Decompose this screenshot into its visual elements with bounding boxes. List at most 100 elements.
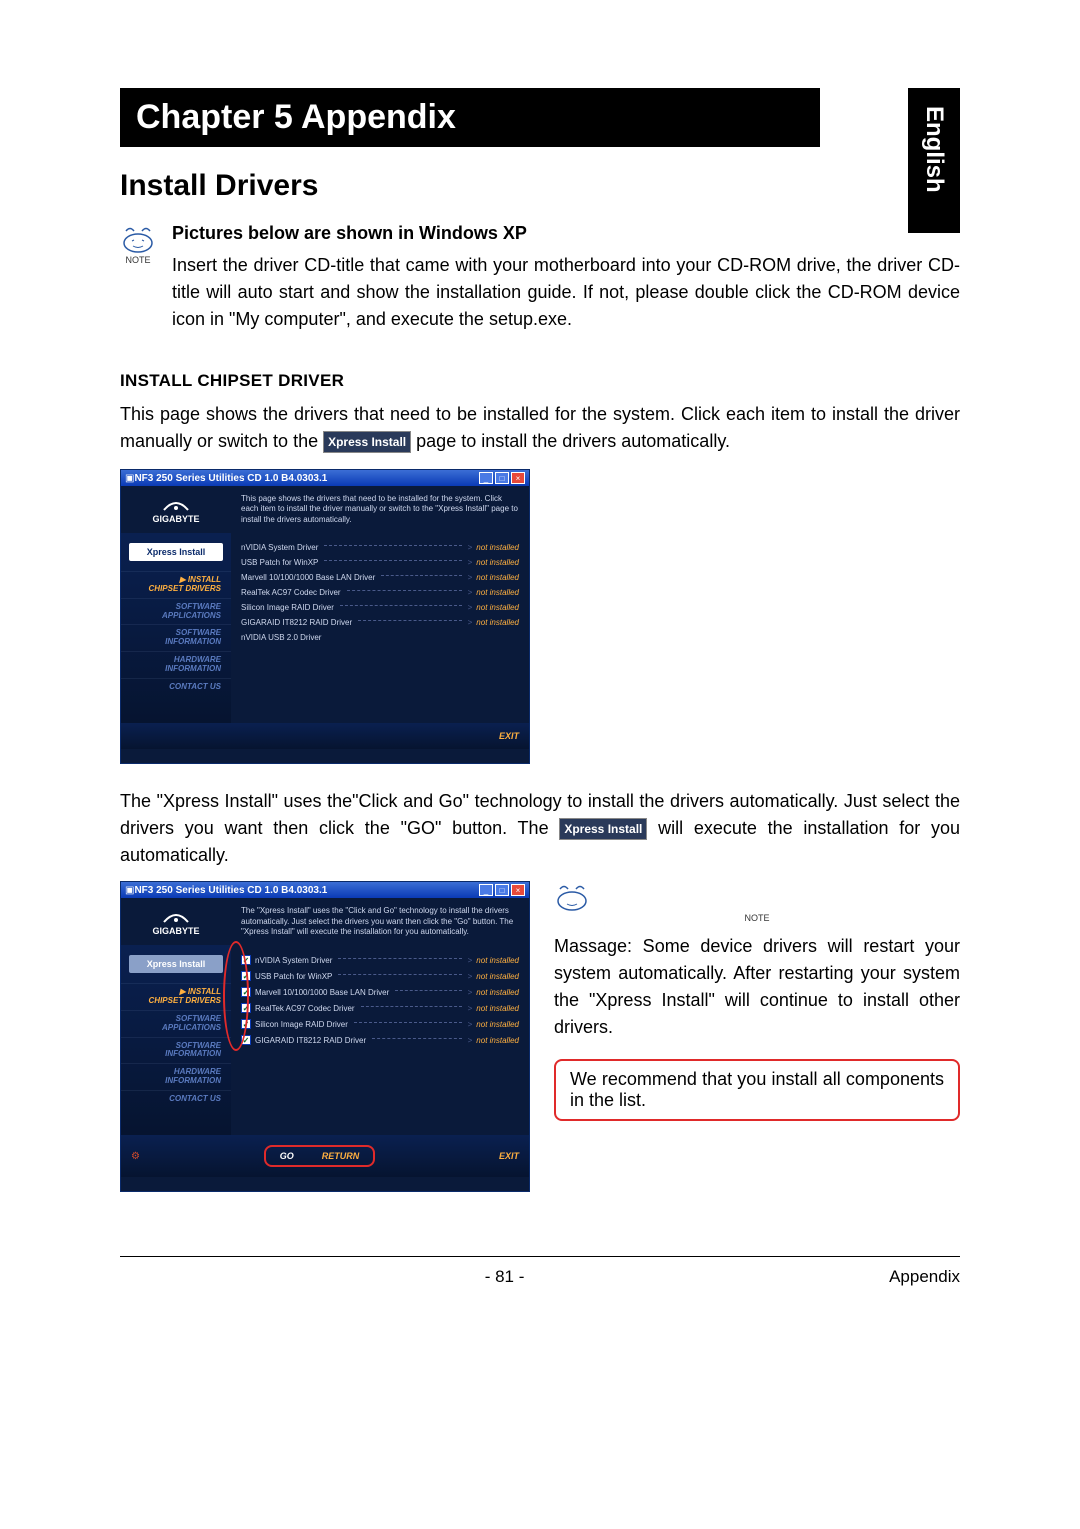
- dash-line: [381, 575, 461, 576]
- minimize-button[interactable]: _: [479, 884, 493, 896]
- xpress-install-tab[interactable]: Xpress Install: [129, 543, 223, 561]
- driver-name: Silicon Image RAID Driver: [241, 603, 334, 612]
- driver-row[interactable]: ✓nVIDIA System Driver>not installed: [241, 955, 519, 965]
- sidebar-item[interactable]: SOFTWARE INFORMATION: [121, 1037, 231, 1064]
- driver-status: not installed: [476, 558, 519, 567]
- driver-row[interactable]: nVIDIA USB 2.0 Driver: [241, 633, 519, 642]
- footer-section: Appendix: [889, 1267, 960, 1287]
- driver-name: USB Patch for WinXP: [255, 972, 332, 981]
- sidebar-item[interactable]: HARDWARE INFORMATION: [121, 651, 231, 678]
- page-footer: - 81 - Appendix: [120, 1257, 960, 1287]
- callout-recommend: We recommend that you install all compon…: [554, 1059, 960, 1121]
- driver-row[interactable]: ✓Silicon Image RAID Driver>not installed: [241, 1019, 519, 1029]
- xpress-install-badge-icon: Xpress Install: [559, 818, 647, 840]
- driver-row[interactable]: ✓GIGARAID IT8212 RAID Driver>not install…: [241, 1035, 519, 1045]
- paragraph-1: This page shows the drivers that need to…: [120, 401, 960, 455]
- sidebar-item[interactable]: SOFTWARE APPLICATIONS: [121, 1010, 231, 1037]
- paragraph-2: The "Xpress Install" uses the"Click and …: [120, 788, 960, 869]
- sidebar-item[interactable]: ▶ INSTALL CHIPSET DRIVERS: [121, 571, 231, 598]
- driver-name: nVIDIA System Driver: [241, 543, 318, 552]
- app-description: The "Xpress Install" uses the "Click and…: [231, 898, 529, 945]
- gigabyte-logo: GIGABYTE: [121, 898, 231, 945]
- dash-line: [354, 1022, 462, 1023]
- xpress-install-badge-icon: Xpress Install: [323, 431, 411, 453]
- page-number: - 81 -: [485, 1267, 525, 1287]
- driver-status: not installed: [476, 1036, 519, 1045]
- app-sidebar: Xpress Install ▶ INSTALL CHIPSET DRIVERS…: [121, 945, 231, 1135]
- driver-status: not installed: [476, 573, 519, 582]
- title-bar: ▣ NF3 250 Series Utilities CD 1.0 B4.030…: [121, 882, 529, 898]
- installer-window-1: ▣ NF3 250 Series Utilities CD 1.0 B4.030…: [120, 469, 530, 764]
- sidebar-item[interactable]: SOFTWARE INFORMATION: [121, 624, 231, 651]
- close-button[interactable]: ×: [511, 884, 525, 896]
- driver-row[interactable]: ✓Marvell 10/100/1000 Base LAN Driver>not…: [241, 987, 519, 997]
- dash-line: [338, 958, 461, 959]
- driver-list: ✓nVIDIA System Driver>not installed✓USB …: [231, 945, 529, 1135]
- app-footer-1: EXIT: [121, 723, 529, 749]
- driver-checkbox[interactable]: ✓: [241, 955, 251, 965]
- sidebar-item[interactable]: ▶ INSTALL CHIPSET DRIVERS: [121, 983, 231, 1010]
- app-description: This page shows the drivers that need to…: [231, 486, 529, 533]
- driver-status: not installed: [476, 618, 519, 627]
- app-icon: ▣: [125, 885, 134, 896]
- installer-window-2: ▣ NF3 250 Series Utilities CD 1.0 B4.030…: [120, 881, 530, 1192]
- exit-button[interactable]: EXIT: [499, 731, 519, 741]
- return-button[interactable]: RETURN: [322, 1151, 360, 1161]
- dash-line: [347, 590, 462, 591]
- driver-status: not installed: [476, 603, 519, 612]
- app-sidebar: Xpress Install ▶ INSTALL CHIPSET DRIVERS…: [121, 533, 231, 723]
- go-button[interactable]: GO: [280, 1151, 294, 1161]
- driver-row[interactable]: RealTek AC97 Codec Driver>not installed: [241, 588, 519, 597]
- sidebar-item[interactable]: HARDWARE INFORMATION: [121, 1063, 231, 1090]
- dash-line: [338, 974, 461, 975]
- sidebar-item[interactable]: SOFTWARE APPLICATIONS: [121, 598, 231, 625]
- driver-row[interactable]: Marvell 10/100/1000 Base LAN Driver>not …: [241, 573, 519, 582]
- side-note-text: Massage: Some device drivers will restar…: [554, 933, 960, 1041]
- language-tab: English: [908, 88, 960, 233]
- note-icon: NOTE: [554, 881, 960, 923]
- app-icon: ▣: [125, 473, 134, 484]
- driver-name: Marvell 10/100/1000 Base LAN Driver: [241, 573, 375, 582]
- driver-checkbox[interactable]: ✓: [241, 1019, 251, 1029]
- maximize-button[interactable]: □: [495, 472, 509, 484]
- note-body: Insert the driver CD-title that came wit…: [172, 252, 960, 333]
- driver-row[interactable]: Silicon Image RAID Driver>not installed: [241, 603, 519, 612]
- app-footer-2: ⚙ GO RETURN EXIT: [121, 1135, 529, 1177]
- note-icon: NOTE: [120, 223, 156, 333]
- maximize-button[interactable]: □: [495, 884, 509, 896]
- chapter-heading: Chapter 5 Appendix: [120, 88, 820, 147]
- gigabyte-logo: GIGABYTE: [121, 486, 231, 533]
- note-label: NOTE: [125, 255, 150, 265]
- driver-row[interactable]: ✓USB Patch for WinXP>not installed: [241, 971, 519, 981]
- window-title: NF3 250 Series Utilities CD 1.0 B4.0303.…: [134, 885, 479, 896]
- paragraph-1b: page to install the drivers automaticall…: [416, 431, 730, 451]
- dash-line: [340, 605, 462, 606]
- minimize-button[interactable]: _: [479, 472, 493, 484]
- driver-list: nVIDIA System Driver>not installed USB Pa…: [231, 533, 529, 723]
- driver-checkbox[interactable]: ✓: [241, 1035, 251, 1045]
- xpress-install-tab[interactable]: Xpress Install: [129, 955, 223, 973]
- driver-name: RealTek AC97 Codec Driver: [255, 1004, 355, 1013]
- driver-row[interactable]: USB Patch for WinXP>not installed: [241, 558, 519, 567]
- driver-name: GIGARAID IT8212 RAID Driver: [255, 1036, 366, 1045]
- sidebar-item[interactable]: CONTACT US: [121, 678, 231, 696]
- driver-status: not installed: [476, 588, 519, 597]
- driver-status: not installed: [476, 972, 519, 981]
- driver-checkbox[interactable]: ✓: [241, 1003, 251, 1013]
- driver-row[interactable]: nVIDIA System Driver>not installed: [241, 543, 519, 552]
- driver-status: not installed: [476, 543, 519, 552]
- driver-row[interactable]: GIGARAID IT8212 RAID Driver>not installe…: [241, 618, 519, 627]
- gear-icon[interactable]: ⚙: [131, 1151, 140, 1162]
- exit-button[interactable]: EXIT: [499, 1151, 519, 1161]
- dash-line: [358, 620, 461, 621]
- driver-checkbox[interactable]: ✓: [241, 971, 251, 981]
- dash-line: [395, 990, 461, 991]
- window-title: NF3 250 Series Utilities CD 1.0 B4.0303.…: [134, 473, 479, 484]
- close-button[interactable]: ×: [511, 472, 525, 484]
- section-title: Install Drivers: [120, 169, 960, 203]
- driver-row[interactable]: ✓RealTek AC97 Codec Driver>not installed: [241, 1003, 519, 1013]
- sidebar-item[interactable]: CONTACT US: [121, 1090, 231, 1108]
- driver-checkbox[interactable]: ✓: [241, 987, 251, 997]
- note-label: NOTE: [744, 913, 769, 923]
- driver-status: not installed: [476, 956, 519, 965]
